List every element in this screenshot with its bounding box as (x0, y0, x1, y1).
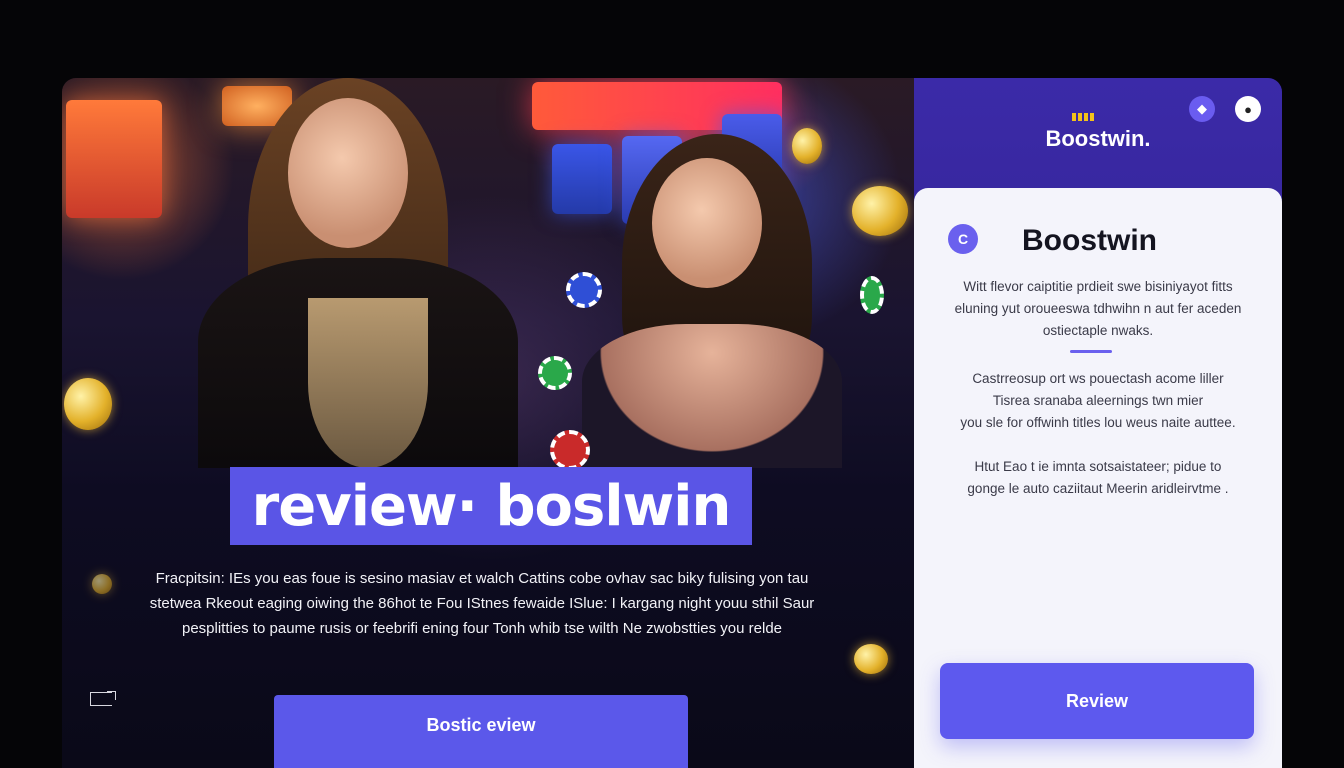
bostic-review-button[interactable]: Bostic eview (274, 695, 688, 768)
crown-icon (1072, 108, 1102, 121)
coin-graphic (92, 574, 112, 594)
expand-icon[interactable] (90, 691, 116, 706)
review-button[interactable]: Review (940, 663, 1254, 739)
card-paragraph-line: gonge le auto caziitaut Meerin aridleirv… (967, 481, 1229, 496)
card-logo-icon: C (948, 224, 978, 254)
side-panel: Boostwin. ◆ ● C Boostwin Witt flevor cai… (914, 78, 1282, 768)
person-right (582, 134, 862, 468)
card-paragraph: Witt flevor caiptitie prdieit swe bisini… (934, 276, 1262, 342)
person-face (652, 158, 762, 288)
casino-chip (860, 276, 884, 314)
card-paragraph-line: eluning yut oroueeswa tdhwihn n aut fer … (954, 301, 1242, 316)
person-dress (308, 298, 428, 468)
coin-graphic (792, 128, 822, 164)
card-paragraph-line: you sle for offwinh titles lou weus nait… (960, 415, 1236, 430)
casino-chip (566, 272, 602, 308)
person-face (288, 98, 408, 248)
person-body (582, 324, 842, 468)
hero-image: review· boslwin Fracpitsin: IEs you eas … (62, 78, 914, 768)
card-paragraph-line: Castrreosup ort ws pouectash acome lille… (972, 371, 1224, 386)
review-card: C Boostwin Witt flevor caiptitie prdieit… (914, 188, 1282, 768)
brand-logo: Boostwin. (1045, 126, 1151, 151)
card-paragraph-line: Tisrea sranaba aleernings twn mier (992, 393, 1204, 408)
card-paragraph-line: Witt flevor caiptitie prdieit swe bisini… (963, 279, 1233, 294)
coin-graphic (852, 186, 908, 236)
card-title: Boostwin (1022, 224, 1157, 257)
hero-description-line: Fracpitsin: IEs you eas foue is sesino m… (155, 570, 809, 587)
person-left (158, 78, 538, 468)
slot-machine-light (66, 100, 162, 218)
card-paragraph-line: ostiectaple nwaks. (1042, 323, 1154, 338)
casino-chip (538, 356, 572, 390)
divider (1070, 350, 1112, 353)
diamond-icon[interactable]: ◆ (1189, 96, 1215, 122)
user-icon[interactable]: ● (1235, 96, 1261, 122)
review-banner: review· boslwin (230, 467, 752, 545)
coin-graphic (854, 644, 888, 674)
hero-description-line: pesplitties to paume rusis or feebrifi e… (181, 620, 783, 637)
app-window: review· boslwin Fracpitsin: IEs you eas … (62, 78, 1282, 768)
card-paragraph: Htut Eao t ie imnta sotsaistateer; pidue… (934, 456, 1262, 500)
coin-graphic (64, 378, 112, 430)
casino-chip (550, 430, 590, 470)
hero-description: Fracpitsin: IEs you eas foue is sesino m… (132, 566, 832, 641)
hero-description-line: stetwea Rkeout eaging oiwing the 86hot t… (149, 595, 815, 612)
card-paragraph-line: Htut Eao t ie imnta sotsaistateer; pidue… (974, 459, 1222, 474)
card-paragraph: Castrreosup ort ws pouectash acome lille… (934, 368, 1262, 434)
